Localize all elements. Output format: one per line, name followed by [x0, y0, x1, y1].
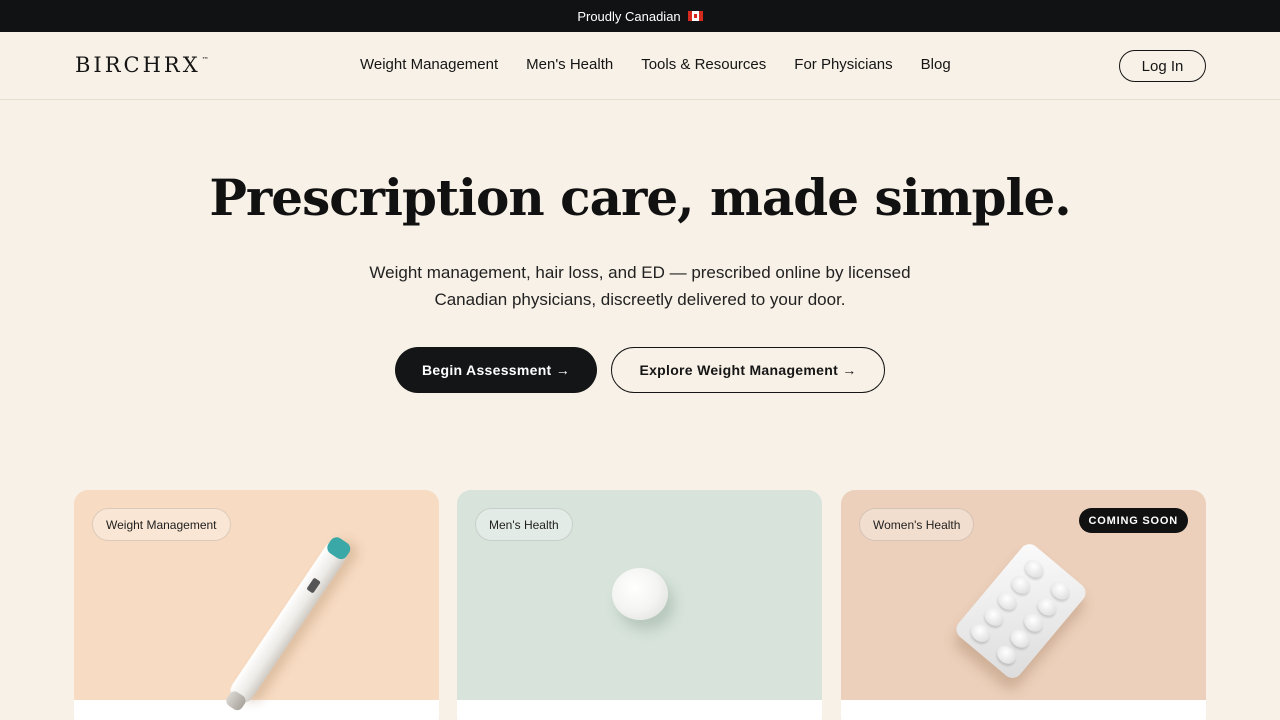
blister-pack-icon [952, 540, 1090, 682]
category-tag: Women's Health [859, 508, 975, 541]
nav-tools-resources[interactable]: Tools & Resources [641, 56, 766, 73]
nav-for-physicians[interactable]: For Physicians [794, 56, 892, 73]
category-tag: Men's Health [475, 508, 573, 541]
card-image: Weight Management [74, 490, 439, 713]
white-pill-icon [612, 568, 668, 620]
nav-blog[interactable]: Blog [921, 56, 951, 73]
announcement-text: Proudly Canadian [577, 8, 681, 24]
card-image: Women's Health COMING SOON [841, 490, 1206, 700]
canada-flag-icon [687, 11, 703, 21]
hero-title: Prescription care, made simple. [209, 168, 1071, 227]
card-womens-health[interactable]: Women's Health COMING SOON [841, 490, 1206, 720]
main-nav: Weight Management Men's Health Tools & R… [360, 56, 951, 73]
hero-subtitle-line-1: Weight management, hair loss, and ED — p… [369, 263, 911, 282]
site-header: BIRCHRX™ Weight Management Men's Health … [0, 32, 1280, 100]
card-image: Men's Health [457, 490, 822, 700]
coming-soon-badge: COMING SOON [1078, 508, 1188, 533]
nav-weight-management[interactable]: Weight Management [360, 56, 498, 73]
explore-weight-management-button[interactable]: Explore Weight Management → [611, 347, 885, 393]
injection-pen-icon [223, 534, 353, 713]
card-body [841, 700, 1206, 720]
hero-subtitle: Weight management, hair loss, and ED — p… [340, 259, 940, 313]
announcement-bar: Proudly Canadian [0, 0, 1280, 32]
card-body [457, 700, 822, 720]
nav-mens-health[interactable]: Men's Health [526, 56, 613, 73]
category-tag: Weight Management [92, 508, 231, 541]
logo[interactable]: BIRCHRX™ [75, 53, 209, 77]
card-body [74, 700, 439, 720]
hero-subtitle-line-2: Canadian physicians, discreetly delivere… [434, 290, 846, 309]
login-button[interactable]: Log In [1119, 50, 1206, 82]
card-weight-management[interactable]: Weight Management [74, 490, 439, 720]
card-mens-health[interactable]: Men's Health [457, 490, 822, 720]
begin-assessment-button[interactable]: Begin Assessment → [395, 347, 597, 393]
